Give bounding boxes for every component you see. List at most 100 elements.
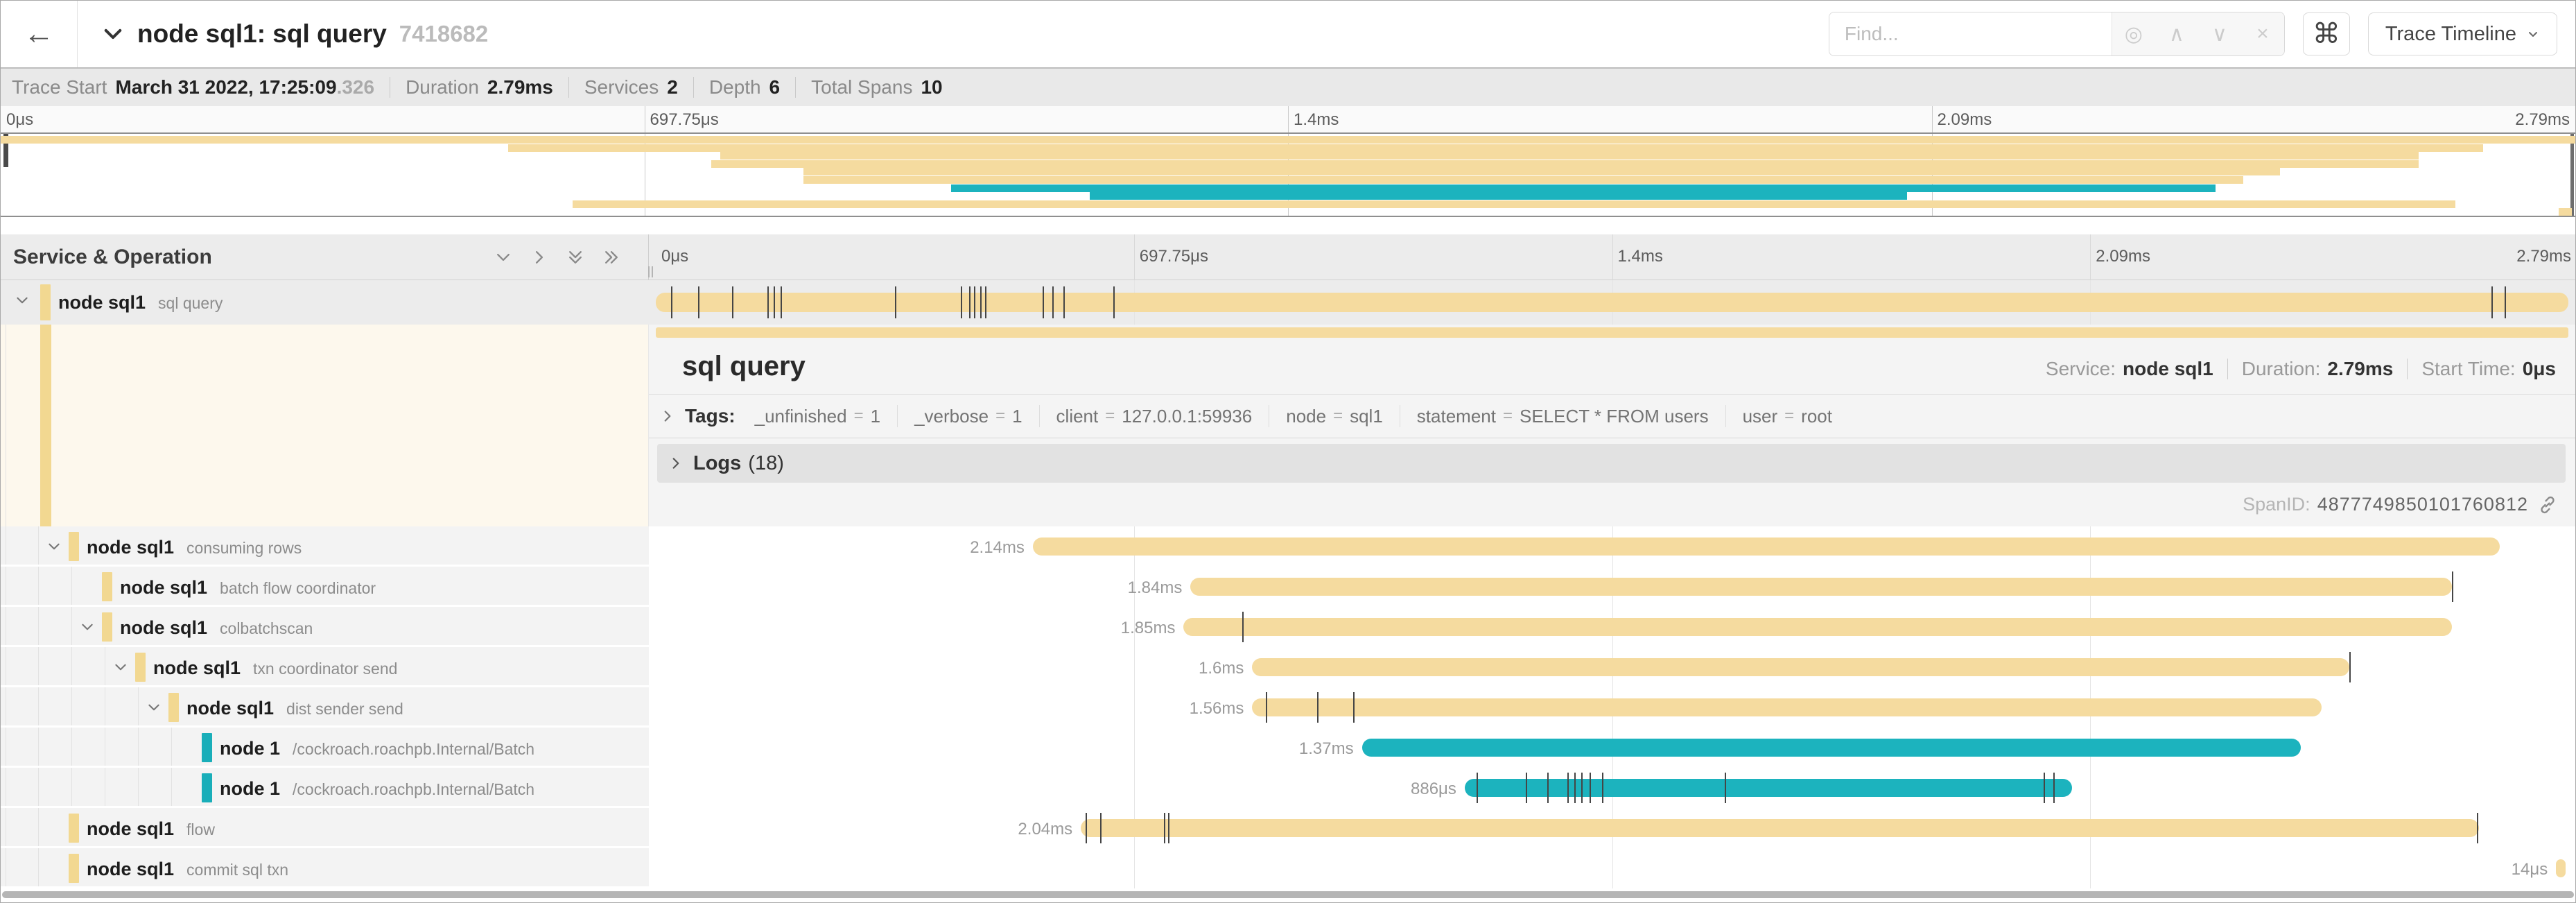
span-bar[interactable] <box>1252 658 2349 676</box>
row-chevron-down-icon[interactable] <box>113 660 128 675</box>
duration-value: 2.79ms <box>487 76 553 98</box>
span-bar[interactable] <box>1033 538 2500 556</box>
service-name: node sql1sql query <box>58 292 223 313</box>
expand-all-icon[interactable] <box>602 248 620 266</box>
back-button[interactable]: ← <box>1 1 77 67</box>
tag-key: node <box>1286 406 1326 427</box>
service-operation-title: Service & Operation <box>13 246 212 269</box>
tree-guide-line <box>38 768 39 806</box>
logs-count: (18) <box>748 452 784 475</box>
tree-guide-line <box>71 607 72 645</box>
tag-equals: = <box>1333 406 1343 426</box>
span-bar[interactable] <box>1252 698 2322 716</box>
log-tick-mark <box>1086 813 1087 843</box>
row-chevron-down-icon[interactable] <box>15 293 30 308</box>
span-tree-item[interactable]: node 1/cockroach.roachpb.Internal/Batch <box>1 728 649 768</box>
log-tick-mark <box>1590 773 1591 803</box>
service-name: node sql1txn coordinator send <box>153 657 397 679</box>
deep-link-icon[interactable] <box>2538 495 2557 515</box>
tree-guide-line <box>71 647 72 685</box>
log-tick-mark <box>1266 692 1267 723</box>
span-tree-item[interactable]: node sql1batch flow coordinator <box>1 567 649 607</box>
log-tick-mark <box>1043 286 1044 318</box>
span-bar[interactable] <box>656 293 2568 312</box>
tags-accordion[interactable]: Tags: _unfinished=1_verbose=1client=127.… <box>649 394 2575 438</box>
row-chevron-down-icon[interactable] <box>46 539 62 554</box>
row-chevron-down-icon[interactable] <box>146 700 162 715</box>
meta-separator <box>2407 359 2408 379</box>
minimap-right-scrubber-handle[interactable] <box>2570 134 2574 216</box>
timeline-gridline <box>1134 647 1135 687</box>
span-tree-item[interactable]: node sql1sql query <box>1 280 649 325</box>
minimap-canvas[interactable] <box>1 132 2575 217</box>
timeline-gridline <box>1134 728 1135 768</box>
row-chevron-down-icon[interactable] <box>80 619 95 635</box>
span-row: node sql1dist sender send 1.56ms <box>1 687 2575 728</box>
service-name: node sql1consuming rows <box>87 537 302 558</box>
span-tree-item[interactable]: node sql1dist sender send <box>1 687 649 728</box>
log-tick-mark <box>1100 813 1102 843</box>
detail-span-title: sql query <box>682 351 806 382</box>
detail-service-label: Service: <box>2046 358 2116 380</box>
timeline-gridline <box>2090 768 2091 808</box>
log-tick-mark <box>1353 692 1355 723</box>
span-tree-item[interactable]: node 1/cockroach.roachpb.Internal/Batch <box>1 768 649 808</box>
detail-span-bar[interactable] <box>656 327 2568 338</box>
span-row-timeline[interactable]: 1.85ms <box>649 607 2575 647</box>
span-row-timeline[interactable]: 14μs <box>649 848 2575 888</box>
span-bar[interactable] <box>1183 618 2451 636</box>
horizontal-scrollbar[interactable] <box>2 891 2574 898</box>
tree-guide-line <box>38 848 39 886</box>
tag-key: _unfinished <box>755 406 847 427</box>
trace-timeline-app: ← node sql1: sql query 7418682 ◎ ∧ ∨ × ⌘… <box>0 0 2576 903</box>
depth-label: Depth <box>709 76 761 98</box>
span-tree-item[interactable]: node sql1commit sql txn <box>1 848 649 888</box>
keyboard-shortcuts-button[interactable]: ⌘ <box>2303 12 2350 55</box>
span-bar[interactable] <box>1362 739 2301 757</box>
info-separator <box>568 77 569 98</box>
tag-separator <box>1039 405 1040 427</box>
service-operation-header: Service & Operation <box>1 234 649 280</box>
expand-one-icon[interactable] <box>530 248 548 266</box>
trace-title: node sql1: sql query <box>137 19 387 49</box>
span-row-timeline[interactable]: 2.04ms <box>649 808 2575 848</box>
view-selector-label: Trace Timeline <box>2385 23 2516 46</box>
log-tick-mark <box>974 286 975 318</box>
collapse-one-icon[interactable] <box>494 248 512 266</box>
span-row-timeline[interactable]: 1.6ms <box>649 647 2575 687</box>
operation-name: /cockroach.roachpb.Internal/Batch <box>293 780 534 798</box>
trace-collapse-chevron-icon[interactable] <box>101 22 125 46</box>
span-bar[interactable] <box>1081 819 2479 837</box>
trace-start-label: Trace Start <box>12 76 107 98</box>
find-match-icon[interactable]: ◎ <box>2112 12 2155 55</box>
span-row-timeline[interactable] <box>649 280 2575 325</box>
span-id-label: SpanID: <box>2243 494 2310 515</box>
collapse-all-icon[interactable] <box>566 248 584 266</box>
span-tree-item[interactable]: node sql1flow <box>1 808 649 848</box>
span-duration-label: 1.56ms <box>1190 699 1244 719</box>
find-input[interactable] <box>1829 12 2112 55</box>
log-tick-mark <box>1574 773 1576 803</box>
span-bar[interactable] <box>2556 859 2566 877</box>
span-row-timeline[interactable]: 1.84ms <box>649 567 2575 607</box>
header: ← node sql1: sql query 7418682 ◎ ∧ ∨ × ⌘… <box>1 1 2575 67</box>
span-row-timeline[interactable]: 886μs <box>649 768 2575 808</box>
column-resizer-handle[interactable] <box>648 266 653 277</box>
find-prev-icon[interactable]: ∧ <box>2155 12 2198 55</box>
span-bar[interactable] <box>1465 779 2072 797</box>
span-row-timeline[interactable]: 1.56ms <box>649 687 2575 728</box>
span-duration-label: 2.14ms <box>970 538 1025 558</box>
operation-name: commit sql txn <box>186 861 288 879</box>
span-row-timeline[interactable]: 1.37ms <box>649 728 2575 768</box>
span-duration-label: 14μs <box>2512 860 2548 879</box>
chevron-right-icon <box>660 409 675 424</box>
view-selector-button[interactable]: Trace Timeline <box>2368 12 2557 55</box>
span-tree-item[interactable]: node sql1consuming rows <box>1 526 649 567</box>
find-clear-icon[interactable]: × <box>2241 12 2284 55</box>
find-next-icon[interactable]: ∨ <box>2198 12 2241 55</box>
span-bar[interactable] <box>1190 578 2452 596</box>
span-tree-item[interactable]: node sql1colbatchscan <box>1 607 649 647</box>
span-row-timeline[interactable]: 2.14ms <box>649 526 2575 567</box>
logs-accordion[interactable]: Logs (18) <box>657 444 2566 483</box>
span-tree-item[interactable]: node sql1txn coordinator send <box>1 647 649 687</box>
